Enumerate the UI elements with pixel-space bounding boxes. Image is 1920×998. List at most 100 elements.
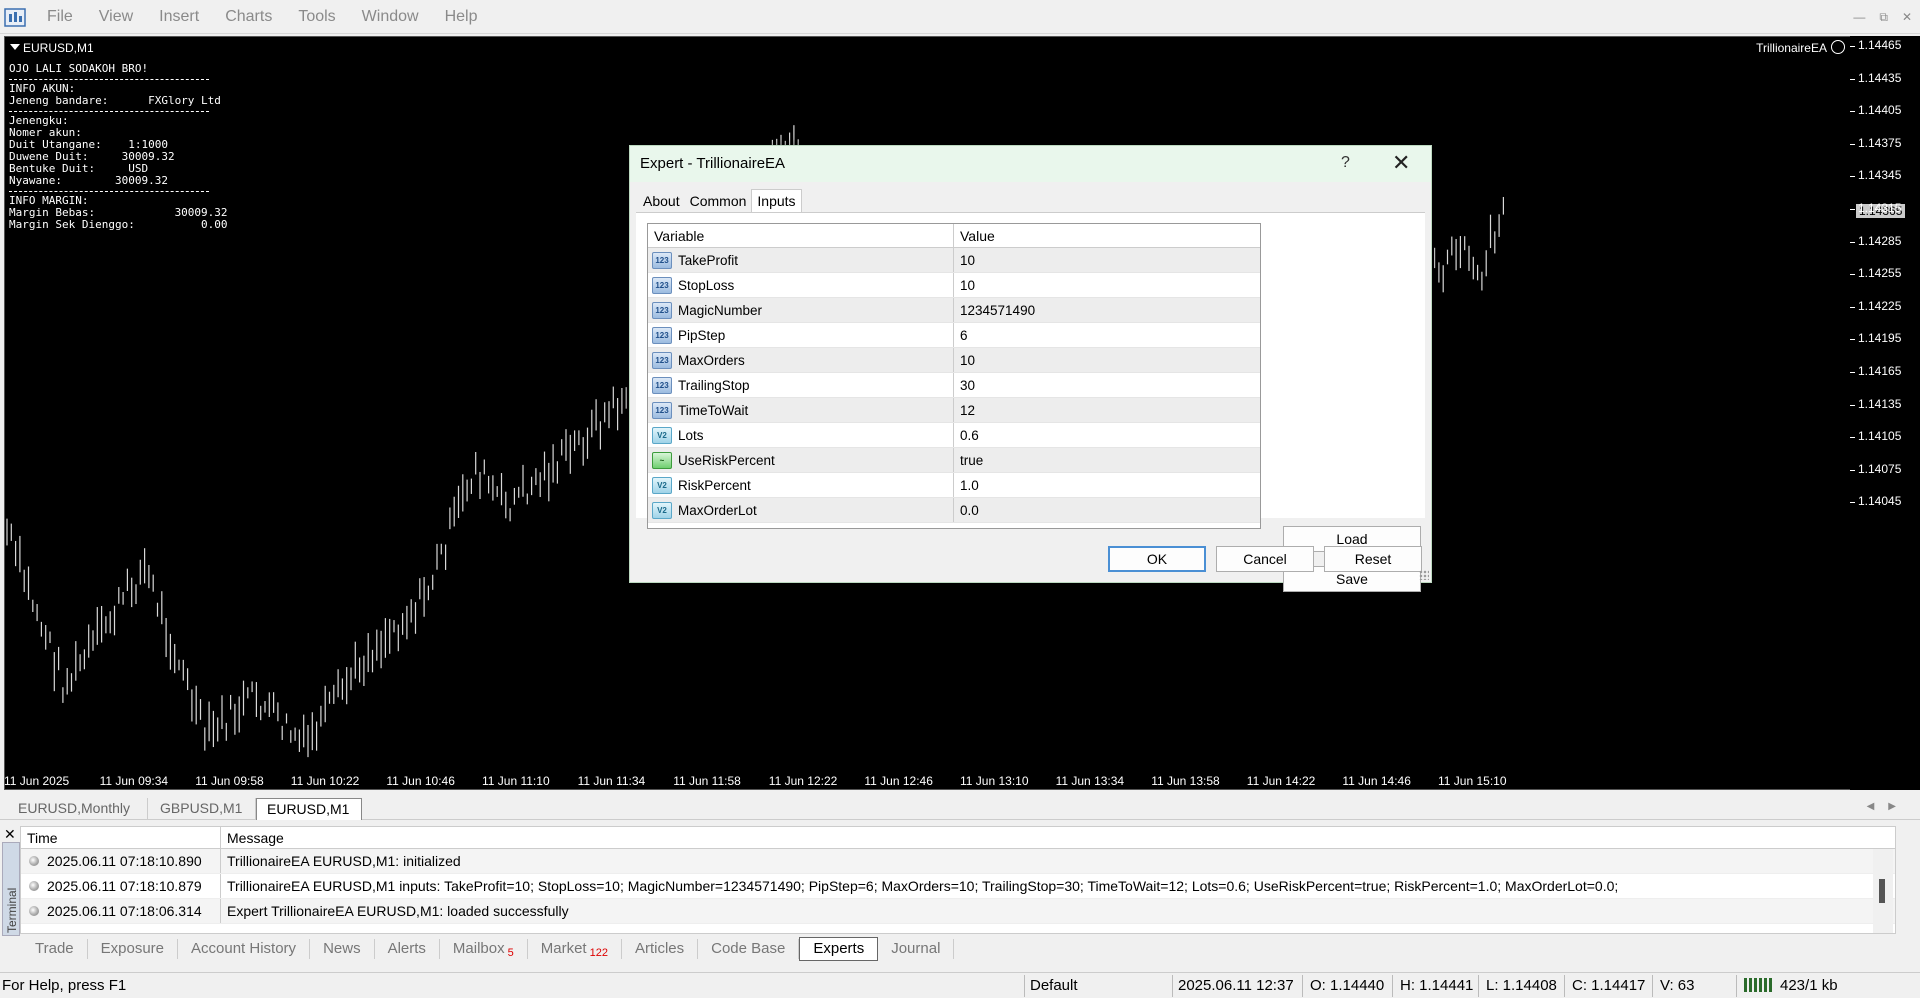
terminal-tab-code-base[interactable]: Code Base [698, 939, 800, 959]
terminal-tab-experts[interactable]: Experts [799, 937, 879, 961]
close-icon[interactable]: ✕ [1902, 10, 1912, 25]
chart-menu-arrow-icon[interactable] [10, 44, 20, 50]
help-icon[interactable]: ? [1341, 154, 1350, 172]
value-cell[interactable]: 6 [954, 323, 1260, 347]
scrollbar-thumb[interactable] [1879, 879, 1885, 903]
input-row-timetowait[interactable]: 123 TimeToWait 12 [648, 398, 1260, 423]
variable-value[interactable]: 30 [960, 378, 975, 393]
variable-value[interactable]: 10 [960, 353, 975, 368]
menu-view[interactable]: View [86, 8, 146, 26]
input-row-magicnumber[interactable]: 123 MagicNumber 1234571490 [648, 298, 1260, 323]
chart-tab-eurusd-monthly[interactable]: EURUSD,Monthly [8, 798, 148, 820]
value-cell[interactable]: 30 [954, 373, 1260, 397]
close-icon[interactable]: ✕ [4, 826, 16, 843]
resize-grip-icon[interactable] [1419, 570, 1429, 580]
column-header-message[interactable]: Message [221, 827, 1895, 848]
value-cell[interactable]: 12 [954, 398, 1260, 422]
terminal-tab-mailbox[interactable]: Mailbox 5 [440, 939, 528, 959]
menu-bar: File View Insert Charts Tools Window Hel… [0, 0, 1920, 34]
terminal-tab-alerts[interactable]: Alerts [375, 939, 440, 959]
reset-button[interactable]: Reset [1324, 546, 1422, 572]
menu-insert[interactable]: Insert [146, 8, 212, 26]
value-cell[interactable]: true [954, 448, 1260, 472]
variable-value[interactable]: 12 [960, 403, 975, 418]
bool-icon: ~ [652, 451, 672, 469]
terminal-tab-bar: Trade Exposure Account History News Alerts Ma… [0, 937, 1920, 961]
table-row[interactable]: 2025.06.11 07:18:10.890 TrillionaireEA EU… [21, 849, 1895, 874]
terminal-tab-market[interactable]: Market 122 [528, 939, 622, 959]
dialog-titlebar[interactable]: Expert - TrillionaireEA ? ✕ [630, 146, 1431, 182]
cancel-button[interactable]: Cancel [1216, 546, 1314, 572]
minimize-icon[interactable]: — [1853, 10, 1865, 25]
expert-name-label: TrillionaireEA [1756, 41, 1827, 55]
time-label: 11 Jun 15:10 [1438, 774, 1507, 788]
terminal-tab-news[interactable]: News [310, 939, 375, 959]
input-row-takeprofit[interactable]: 123 TakeProfit 10 [648, 248, 1260, 273]
variable-value[interactable]: 0.0 [960, 503, 979, 518]
restore-icon[interactable]: ⧉ [1879, 10, 1888, 25]
input-row-useriskpercent[interactable]: ~ UseRiskPercent true [648, 448, 1260, 473]
terminal-tab-exposure[interactable]: Exposure [88, 939, 179, 959]
menu-window[interactable]: Window [349, 8, 432, 26]
input-row-pipstep[interactable]: 123 PipStep 6 [648, 323, 1260, 348]
experts-log-table: Time Message 2025.06.11 07:18:10.890 Tril… [20, 826, 1896, 934]
column-header-variable[interactable]: Variable [648, 224, 954, 247]
value-cell[interactable]: 1.0 [954, 473, 1260, 497]
terminal-panel: ✕ Terminal Time Message 2025.06.11 07:18… [0, 822, 1920, 936]
tab-about[interactable]: About [638, 189, 685, 211]
scrollbar[interactable] [1873, 849, 1893, 933]
close-icon[interactable]: ✕ [1392, 150, 1410, 176]
scroll-right-icon[interactable]: ▶ [1888, 801, 1910, 812]
double-icon: V2 [652, 426, 672, 444]
terminal-tab-trade[interactable]: Trade [22, 939, 88, 959]
input-row-maxorders[interactable]: 123 MaxOrders 10 [648, 348, 1260, 373]
variable-value[interactable]: 10 [960, 278, 975, 293]
terminal-tab-account-history[interactable]: Account History [178, 939, 311, 959]
menu-tools[interactable]: Tools [285, 8, 348, 26]
variable-name: PipStep [678, 327, 726, 343]
connection-status-icon[interactable] [1744, 978, 1774, 992]
menu-file[interactable]: File [34, 8, 86, 26]
table-row[interactable]: 2025.06.11 07:18:06.314 Expert Trillionai… [21, 899, 1895, 924]
input-row-lots[interactable]: V2 Lots 0.6 [648, 423, 1260, 448]
chart-tab-eurusd-m1[interactable]: EURUSD,M1 [256, 798, 362, 820]
column-header-time[interactable]: Time [21, 827, 221, 848]
variable-value[interactable]: 6 [960, 328, 968, 343]
tab-label: Exposure [100, 940, 165, 957]
menu-help[interactable]: Help [432, 8, 491, 26]
terminal-tab-articles[interactable]: Articles [622, 939, 699, 959]
menu-charts[interactable]: Charts [212, 8, 285, 26]
value-cell[interactable]: 0.0 [954, 498, 1260, 522]
value-cell[interactable]: 1234571490 [954, 298, 1260, 322]
tab-label: News [323, 940, 361, 957]
value-cell[interactable]: 0.6 [954, 423, 1260, 447]
variable-value[interactable]: 0.6 [960, 428, 979, 443]
variable-value[interactable]: 1234571490 [960, 303, 1035, 318]
input-row-trailingstop[interactable]: 123 TrailingStop 30 [648, 373, 1260, 398]
variable-value[interactable]: 1.0 [960, 478, 979, 493]
terminal-tab-journal[interactable]: Journal [878, 939, 955, 959]
smiley-icon[interactable] [1831, 40, 1845, 54]
time-label: 11 Jun 12:22 [768, 774, 838, 788]
variable-value[interactable]: 10 [960, 253, 975, 268]
column-header-value[interactable]: Value [954, 224, 1260, 247]
price-label: 1.14435 [1858, 70, 1902, 85]
time-label: 11 Jun 14:22 [1246, 774, 1316, 788]
variable-value[interactable]: true [960, 453, 983, 468]
tab-scroll-arrows[interactable]: ◀▶ [1867, 801, 1910, 812]
table-row[interactable]: 2025.06.11 07:18:10.879 TrillionaireEA EU… [21, 874, 1895, 899]
input-row-maxorderlot[interactable]: V2 MaxOrderLot 0.0 [648, 498, 1260, 523]
value-cell[interactable]: 10 [954, 273, 1260, 297]
value-cell[interactable]: 10 [954, 348, 1260, 372]
tab-common[interactable]: Common [685, 189, 752, 211]
tab-label: Articles [634, 940, 685, 957]
tab-inputs[interactable]: Inputs [751, 189, 802, 213]
input-row-riskpercent[interactable]: V2 RiskPercent 1.0 [648, 473, 1260, 498]
chart-tab-gbpusd-m1[interactable]: GBPUSD,M1 [150, 798, 256, 820]
value-cell[interactable]: 10 [954, 248, 1260, 272]
ok-button[interactable]: OK [1108, 546, 1206, 572]
time-label: 11 Jun 2025 [4, 774, 70, 788]
scroll-left-icon[interactable]: ◀ [1867, 801, 1889, 812]
input-row-stoploss[interactable]: 123 StopLoss 10 [648, 273, 1260, 298]
time-label: 11 Jun 09:34 [99, 774, 169, 788]
